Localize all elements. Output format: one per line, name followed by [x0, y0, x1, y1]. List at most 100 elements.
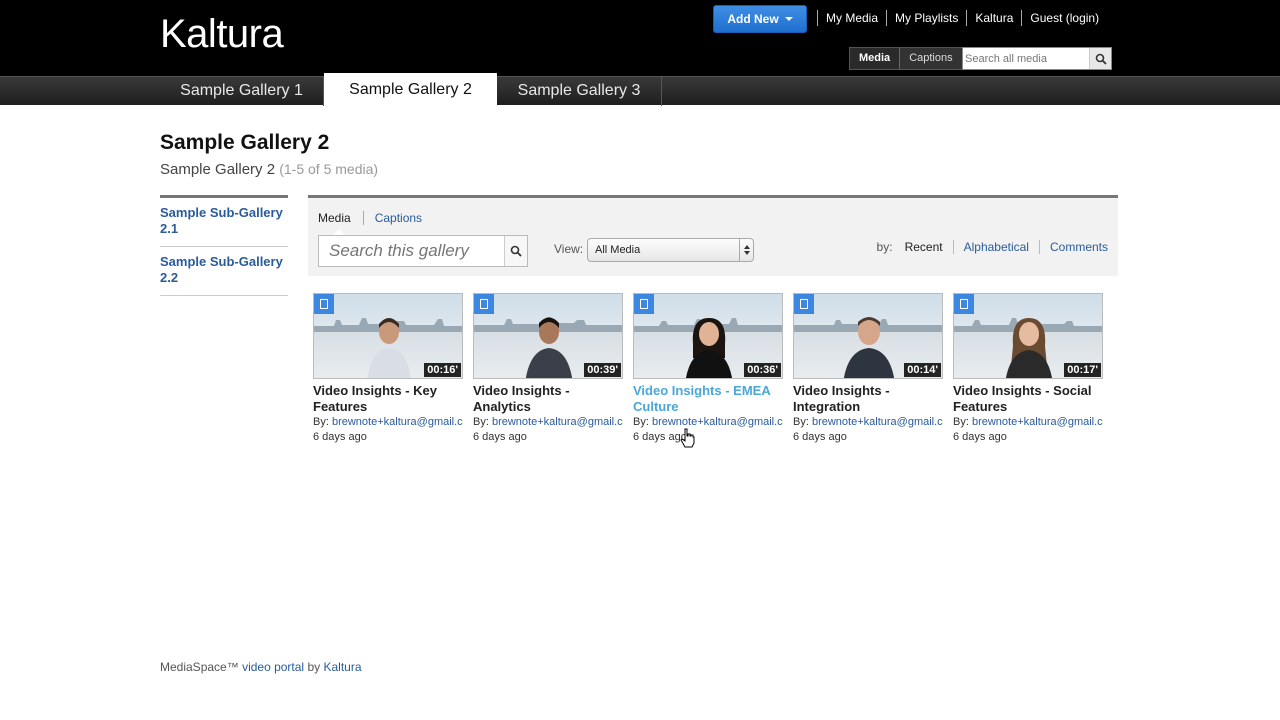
- footer-by: by: [307, 660, 321, 674]
- media-count: (1-5 of 5 media): [279, 161, 379, 177]
- media-item[interactable]: 00:36' Video Insights - EMEA Culture By:…: [633, 293, 783, 444]
- global-search: [962, 47, 1112, 70]
- footer-brand: MediaSpace™: [160, 660, 239, 674]
- duration-badge: 00:17': [1064, 363, 1101, 377]
- video-type-icon: [314, 294, 334, 314]
- my-playlists-link[interactable]: My Playlists: [886, 10, 966, 26]
- site-footer: MediaSpace™ video portal by Kaltura: [160, 660, 362, 674]
- media-item[interactable]: 00:17' Video Insights - Social Features …: [953, 293, 1103, 444]
- gallery-tabbar: Sample Gallery 1 Sample Gallery 2 Sample…: [0, 73, 1280, 106]
- sort-recent[interactable]: Recent: [905, 240, 953, 254]
- hand-cursor-icon: [680, 428, 695, 448]
- view-select-value: All Media: [595, 244, 641, 256]
- presenter-figure: [525, 317, 573, 378]
- media-grid: 00:16' Video Insights - Key Features By:…: [313, 293, 1103, 444]
- subgallery-sidebar: Sample Sub-Gallery 2.1 Sample Sub-Galler…: [160, 195, 288, 296]
- gallery-search: [318, 235, 528, 267]
- search-scope-tabs: Media Captions: [849, 47, 963, 70]
- by-label: By:: [633, 416, 649, 428]
- gallery-search-button[interactable]: [504, 236, 527, 266]
- site-header: Kaltura Add New My Media My Playlists Ka…: [0, 0, 1280, 76]
- global-search-button[interactable]: [1089, 48, 1111, 69]
- author-link[interactable]: brewnote+kaltura@gmail.com: [492, 416, 623, 428]
- media-thumbnail[interactable]: 00:16': [313, 293, 463, 379]
- tab-media[interactable]: Media: [318, 211, 363, 225]
- media-age: 6 days ago: [793, 431, 847, 443]
- view-select[interactable]: All Media: [587, 238, 754, 262]
- gallery-name: Sample Gallery 2: [160, 161, 276, 178]
- media-thumbnail[interactable]: 00:39': [473, 293, 623, 379]
- search-icon: [1095, 53, 1107, 65]
- by-label: By:: [793, 416, 809, 428]
- duration-badge: 00:39': [584, 363, 621, 377]
- presenter-figure: [1005, 318, 1053, 378]
- media-title[interactable]: Video Insights - EMEA Culture: [633, 383, 783, 415]
- my-media-link[interactable]: My Media: [817, 10, 886, 26]
- media-item[interactable]: 00:16' Video Insights - Key Features By:…: [313, 293, 463, 444]
- by-label: By:: [473, 416, 489, 428]
- by-label: By:: [953, 416, 969, 428]
- top-nav: My Media My Playlists Kaltura Guest (log…: [817, 10, 1107, 26]
- login-link[interactable]: Guest (login): [1021, 10, 1107, 26]
- media-thumbnail[interactable]: 00:14': [793, 293, 943, 379]
- sort-label: by:: [876, 240, 893, 254]
- video-type-icon: [954, 294, 974, 314]
- sort-comments[interactable]: Comments: [1038, 240, 1108, 254]
- global-search-input[interactable]: [963, 48, 1089, 69]
- media-age: 6 days ago: [633, 431, 687, 443]
- author-link[interactable]: brewnote+kaltura@gmail.com: [652, 416, 783, 428]
- video-type-icon: [634, 294, 654, 314]
- footer-kaltura-link[interactable]: Kaltura: [323, 660, 361, 674]
- sidebar-item-subgallery-2-1[interactable]: Sample Sub-Gallery 2.1: [160, 198, 288, 247]
- media-thumbnail[interactable]: 00:36': [633, 293, 783, 379]
- duration-badge: 00:16': [424, 363, 461, 377]
- kaltura-logo[interactable]: Kaltura: [160, 12, 284, 57]
- search-icon: [510, 245, 522, 257]
- media-age: 6 days ago: [473, 431, 527, 443]
- sort-alphabetical[interactable]: Alphabetical: [952, 240, 1039, 254]
- media-byline: By: brewnote+kaltura@gmail.com: [793, 415, 943, 430]
- presenter-figure: [685, 318, 733, 378]
- presenter-figure: [843, 317, 895, 378]
- media-title[interactable]: Video Insights - Key Features: [313, 383, 463, 415]
- media-age: 6 days ago: [313, 431, 367, 443]
- gallery-search-tabs: Media Captions: [318, 211, 434, 225]
- by-label: By:: [313, 416, 329, 428]
- gallery-toolbar: Media Captions View: All Media by: Recen…: [308, 195, 1118, 276]
- media-byline: By: brewnote+kaltura@gmail.com: [633, 415, 783, 430]
- sidebar-item-subgallery-2-2[interactable]: Sample Sub-Gallery 2.2: [160, 247, 288, 296]
- media-item[interactable]: 00:39' Video Insights - Analytics By: br…: [473, 293, 623, 444]
- video-type-icon: [794, 294, 814, 314]
- gallery-search-input[interactable]: [319, 236, 504, 266]
- page-title: Sample Gallery 2: [160, 131, 330, 154]
- video-portal-link[interactable]: video portal: [242, 660, 304, 674]
- media-thumbnail[interactable]: 00:17': [953, 293, 1103, 379]
- sort-options: by: Recent Alphabetical Comments: [877, 240, 1108, 254]
- duration-badge: 00:36': [744, 363, 781, 377]
- media-byline: By: brewnote+kaltura@gmail.com: [953, 415, 1103, 430]
- author-link[interactable]: brewnote+kaltura@gmail.com: [972, 416, 1103, 428]
- media-item[interactable]: 00:14' Video Insights - Integration By: …: [793, 293, 943, 444]
- search-tab-captions[interactable]: Captions: [900, 48, 961, 69]
- select-arrows-icon: [739, 239, 753, 261]
- add-new-label: Add New: [727, 12, 779, 26]
- tab-sample-gallery-1[interactable]: Sample Gallery 1: [160, 77, 324, 106]
- tab-captions[interactable]: Captions: [362, 211, 434, 225]
- tab-sample-gallery-3[interactable]: Sample Gallery 3: [497, 77, 662, 106]
- page-subtitle: Sample Gallery 2 (1-5 of 5 media): [160, 161, 378, 178]
- media-byline: By: brewnote+kaltura@gmail.com: [473, 415, 623, 430]
- video-type-icon: [474, 294, 494, 314]
- search-tab-media[interactable]: Media: [850, 48, 901, 69]
- chevron-down-icon: [784, 17, 793, 21]
- duration-badge: 00:14': [904, 363, 941, 377]
- media-title[interactable]: Video Insights - Analytics: [473, 383, 623, 415]
- media-title[interactable]: Video Insights - Integration: [793, 383, 943, 415]
- add-new-button[interactable]: Add New: [713, 5, 807, 33]
- media-byline: By: brewnote+kaltura@gmail.com: [313, 415, 463, 430]
- media-title[interactable]: Video Insights - Social Features: [953, 383, 1103, 415]
- author-link[interactable]: brewnote+kaltura@gmail.com: [332, 416, 463, 428]
- author-link[interactable]: brewnote+kaltura@gmail.com: [812, 416, 943, 428]
- kaltura-link[interactable]: Kaltura: [966, 10, 1021, 26]
- view-label: View:: [554, 242, 584, 256]
- tab-sample-gallery-2[interactable]: Sample Gallery 2: [324, 73, 497, 106]
